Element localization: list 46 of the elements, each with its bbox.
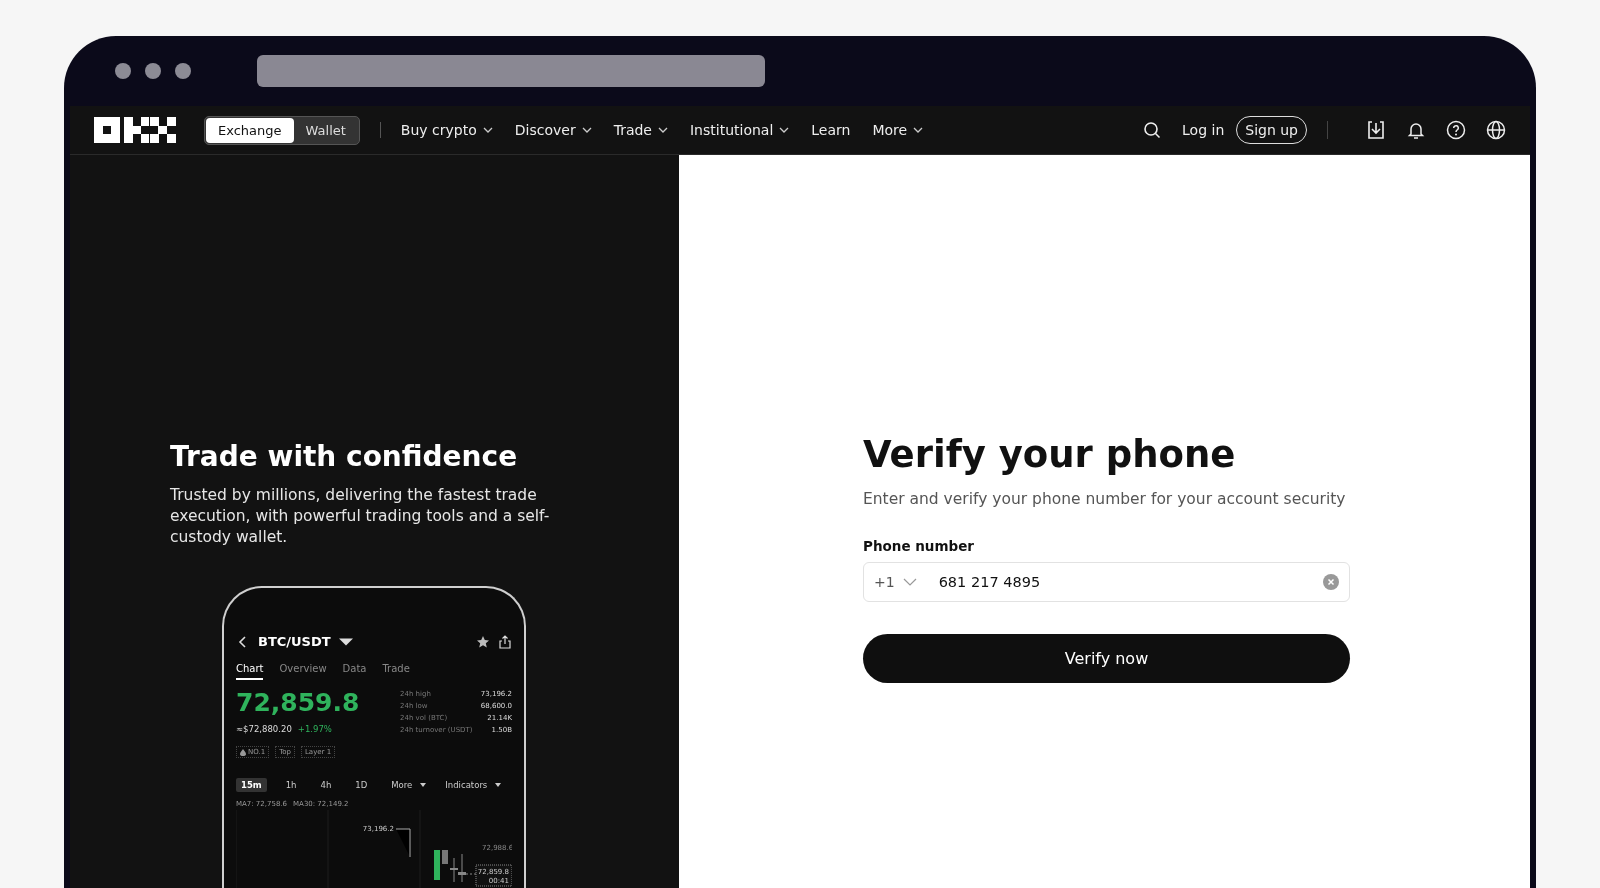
login-link[interactable]: Log in [1182, 122, 1225, 138]
star-icon [476, 634, 490, 649]
pair-title: BTC/USDT [258, 634, 331, 649]
page-subtitle: Enter and verify your phone number for your account security [863, 490, 1347, 508]
menu-item[interactable]: Institutional [690, 122, 790, 138]
indicators-menu: Indicators [440, 778, 493, 792]
tab-label: Chart [236, 663, 264, 680]
window-dot[interactable] [115, 63, 131, 79]
help-icon[interactable] [1446, 120, 1466, 140]
hero-description: Trusted by millions, delivering the fastest trade execution, with powerful trading tools and a self-custody wallet. [170, 485, 550, 548]
chevron-icon[interactable] [902, 578, 917, 586]
search-icon[interactable] [1142, 120, 1163, 140]
tab-label: Data [342, 663, 367, 676]
page-title: Verify your phone [863, 433, 1237, 476]
logo[interactable] [94, 117, 176, 143]
interval-label: 1h [284, 779, 298, 792]
field-label: Phone number [863, 538, 975, 554]
bell-icon[interactable] [1406, 120, 1426, 140]
menu-item[interactable]: Learn [811, 122, 851, 138]
tab-label: Overview [279, 663, 327, 676]
share-icon [498, 634, 512, 649]
interval-label: More [390, 779, 414, 792]
window-dot[interactable] [145, 63, 161, 79]
country-code[interactable]: +1 [874, 574, 895, 590]
interval-label: 4h [319, 779, 333, 792]
clear-icon[interactable] [1323, 574, 1339, 590]
phone-number-field[interactable]: +1 681 217 4895 [863, 562, 1350, 602]
tab-label: Trade [382, 663, 410, 676]
caret-icon [495, 783, 502, 787]
menu-item[interactable]: Discover [514, 122, 592, 138]
interval-label: 1D [354, 779, 369, 792]
menu-item[interactable]: More [872, 122, 924, 138]
mode-tab[interactable]: Wallet [293, 117, 358, 143]
selected-interval: 15m [236, 778, 267, 792]
verify-button[interactable]: Verify now [863, 634, 1350, 683]
menu-item[interactable]: Trade [613, 122, 668, 138]
price-change: +1.97% [297, 724, 332, 734]
hero-title: Trade with confidence [170, 440, 519, 473]
fiat-price: ≈$72,880.20 [236, 724, 292, 734]
download-icon[interactable] [1366, 120, 1386, 140]
flame-icon [240, 748, 246, 756]
last-price: 72,859.8 [236, 688, 361, 717]
globe-icon[interactable] [1486, 120, 1506, 140]
menu-item[interactable]: Buy crypto [400, 122, 493, 138]
window-dot[interactable] [175, 63, 191, 79]
mode-tab[interactable]: Exchange [206, 117, 294, 143]
